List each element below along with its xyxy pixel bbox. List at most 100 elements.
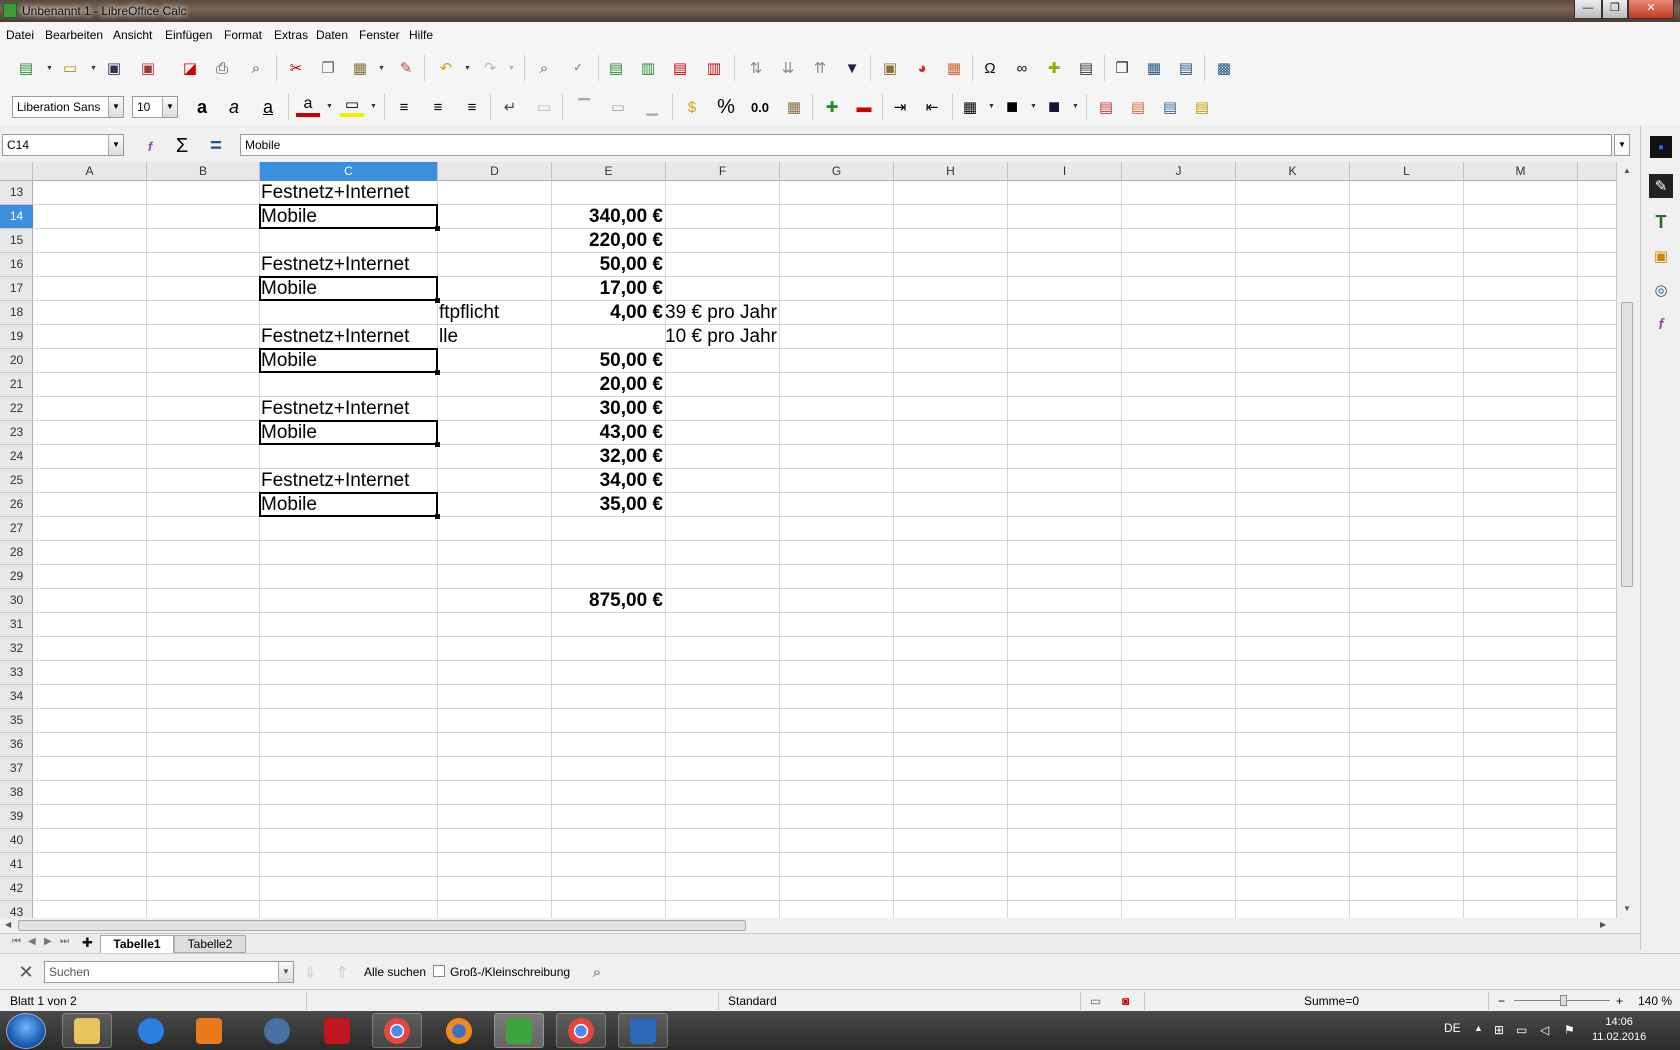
borders-dropdown-icon[interactable]: ▼: [988, 103, 995, 110]
horizontal-scrollbar[interactable]: ◀ ▶: [0, 918, 1616, 933]
pivot-table-icon[interactable]: ▦: [942, 56, 966, 80]
row-header[interactable]: 34: [0, 685, 33, 709]
sum-icon[interactable]: Σ: [170, 134, 194, 158]
column-header-d[interactable]: D: [438, 162, 552, 181]
menu-extras[interactable]: Extras: [274, 28, 308, 42]
find-replace-icon[interactable]: ⌕: [532, 56, 556, 80]
input-language[interactable]: DE: [1444, 1021, 1461, 1035]
find-all-button[interactable]: Alle suchen: [364, 965, 426, 979]
copy-icon[interactable]: ❐: [316, 56, 340, 80]
find-next-icon[interactable]: ⇓: [298, 960, 322, 984]
row-header[interactable]: 21: [0, 373, 33, 397]
formula-icon[interactable]: =: [204, 134, 228, 158]
define-print-area-icon[interactable]: ❐: [1110, 56, 1134, 80]
undo-icon[interactable]: ↶: [434, 56, 458, 80]
row-header[interactable]: 26: [0, 493, 33, 517]
restore-button[interactable]: ❐: [1602, 0, 1628, 19]
insert-image-icon[interactable]: ▣: [878, 56, 902, 80]
find-previous-icon[interactable]: ⇑: [330, 960, 354, 984]
merge-cells-icon[interactable]: ▭: [532, 95, 556, 119]
save-icon[interactable]: ▣: [102, 56, 126, 80]
expand-formula-bar-icon[interactable]: ▼: [1614, 134, 1630, 156]
row-header[interactable]: 18: [0, 301, 33, 325]
font-size-box[interactable]: 10 ▼: [132, 96, 178, 118]
font-name-box[interactable]: Liberation Sans ▼: [12, 96, 124, 118]
tab-tabelle1[interactable]: Tabelle1: [100, 935, 174, 953]
paste-icon[interactable]: ▦: [348, 56, 372, 80]
font-color-dropdown-icon[interactable]: ▼: [326, 103, 333, 110]
row-header[interactable]: 17: [0, 277, 33, 301]
column-header-e[interactable]: E: [552, 162, 666, 181]
first-sheet-icon[interactable]: ⏮: [12, 936, 21, 947]
vertical-scroll-thumb[interactable]: [1621, 302, 1633, 587]
cell-e15[interactable]: 220,00 €: [551, 229, 665, 253]
scroll-left-icon[interactable]: ◀: [5, 920, 11, 929]
borders-icon[interactable]: ▦: [958, 95, 982, 119]
color-scale-icon[interactable]: ▤: [1126, 95, 1150, 119]
center-vertically-icon[interactable]: ▭: [606, 95, 630, 119]
menu-datei[interactable]: Datei: [6, 28, 34, 42]
sort-descending-icon[interactable]: ⇈: [808, 56, 832, 80]
row-header[interactable]: 24: [0, 445, 33, 469]
paste-dropdown-icon[interactable]: ▼: [378, 65, 385, 72]
taskbar-chrome-2[interactable]: [556, 1013, 606, 1048]
close-button[interactable]: ✕: [1628, 0, 1674, 19]
decrease-indent-icon[interactable]: ⇤: [920, 95, 944, 119]
delete-column-icon[interactable]: ▥: [702, 56, 726, 80]
column-header-b[interactable]: B: [147, 162, 260, 181]
row-header[interactable]: 35: [0, 709, 33, 733]
cell-e16[interactable]: 50,00 €: [551, 253, 665, 277]
cell-e21[interactable]: 20,00 €: [551, 373, 665, 397]
row-header[interactable]: 43: [0, 901, 33, 918]
scroll-right-icon[interactable]: ▶: [1600, 920, 1606, 929]
row-header[interactable]: 19: [0, 325, 33, 349]
italic-icon[interactable]: a: [222, 95, 246, 119]
taskbar-libreoffice-writer[interactable]: [618, 1013, 668, 1048]
row-header[interactable]: 42: [0, 877, 33, 901]
sort-icon[interactable]: ⇅: [744, 56, 768, 80]
chevron-down-icon[interactable]: ▼: [278, 962, 293, 982]
scroll-down-icon[interactable]: ▼: [1623, 904, 1631, 913]
row-header[interactable]: 29: [0, 565, 33, 589]
comment-icon[interactable]: ✚: [1042, 56, 1066, 80]
row-header[interactable]: 41: [0, 853, 33, 877]
border-color-dropdown-icon[interactable]: ▼: [1072, 103, 1079, 110]
insert-row-icon[interactable]: ▤: [604, 56, 628, 80]
taskbar-internet-explorer[interactable]: [126, 1013, 176, 1048]
function-wizard-icon[interactable]: f: [138, 134, 162, 158]
column-header-h[interactable]: H: [894, 162, 1008, 181]
cell-e30[interactable]: 875,00 €: [551, 589, 665, 613]
cell-e18[interactable]: 4,00 €: [551, 301, 665, 325]
date-format-icon[interactable]: ▦: [782, 95, 806, 119]
taskbar-libreoffice-calc[interactable]: [494, 1013, 544, 1048]
column-header-f[interactable]: F: [666, 162, 780, 181]
font-color-icon[interactable]: a: [296, 95, 320, 117]
formula-input[interactable]: Mobile: [240, 134, 1612, 156]
scroll-up-icon[interactable]: ▲: [1623, 166, 1631, 175]
highlight-dropdown-icon[interactable]: ▼: [370, 103, 377, 110]
taskbar-chrome[interactable]: [372, 1013, 422, 1048]
add-decimal-icon[interactable]: ✚: [820, 95, 844, 119]
chevron-down-icon[interactable]: ▼: [162, 97, 177, 117]
column-header-m[interactable]: M: [1464, 162, 1578, 181]
cell-e20[interactable]: 50,00 €: [551, 349, 665, 373]
vertical-scrollbar[interactable]: ▲ ▼: [1616, 162, 1640, 918]
hyperlink-icon[interactable]: ∞: [1010, 56, 1034, 80]
new-dropdown-icon[interactable]: ▼: [46, 65, 53, 72]
close-find-bar-icon[interactable]: ✕: [14, 960, 38, 984]
menu-format[interactable]: Format: [224, 28, 262, 42]
horizontal-scroll-thumb[interactable]: [18, 920, 746, 931]
border-style-icon[interactable]: ■: [1000, 95, 1024, 119]
autofilter-icon[interactable]: ▼: [840, 56, 864, 80]
column-header-k[interactable]: K: [1236, 162, 1350, 181]
bold-icon[interactable]: a: [190, 95, 214, 119]
column-header-g[interactable]: G: [780, 162, 894, 181]
taskbar-explorer[interactable]: [62, 1013, 112, 1048]
column-header-l[interactable]: L: [1350, 162, 1464, 181]
start-button[interactable]: [6, 1013, 46, 1049]
search-input[interactable]: Suchen ▼: [44, 961, 294, 983]
windows-flag-icon[interactable]: ⊞: [1494, 1023, 1504, 1037]
taskbar-thunderbird[interactable]: [252, 1013, 302, 1048]
redo-dropdown-icon[interactable]: ▼: [508, 65, 515, 72]
border-color-icon[interactable]: ■: [1042, 95, 1066, 119]
